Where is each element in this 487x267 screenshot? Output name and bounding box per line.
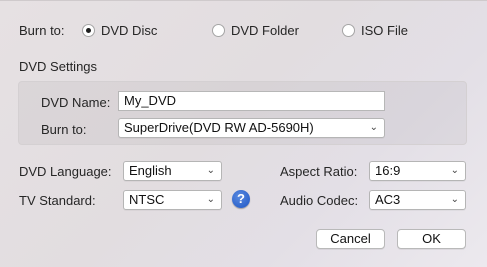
chevron-down-icon: ⌄ bbox=[450, 165, 459, 176]
ok-button[interactable]: OK bbox=[397, 229, 466, 249]
dvd-burn-to-label: Burn to: bbox=[41, 122, 87, 137]
radio-dvd-folder-label: DVD Folder bbox=[231, 23, 299, 38]
question-mark-icon[interactable]: ? bbox=[232, 190, 250, 208]
radio-dvd-disc[interactable]: DVD Disc bbox=[82, 23, 157, 38]
radio-circle-checked[interactable] bbox=[82, 24, 95, 37]
radio-dvd-folder[interactable]: DVD Folder bbox=[212, 23, 299, 38]
burn-settings-dialog: Burn to: DVD Disc DVD Folder ISO File DV… bbox=[0, 0, 487, 267]
cancel-button[interactable]: Cancel bbox=[316, 229, 385, 249]
audio-codec-select[interactable]: AC3 ⌄ bbox=[369, 190, 466, 210]
aspect-ratio-label: Aspect Ratio: bbox=[280, 164, 358, 179]
burn-to-drive-value: SuperDrive(DVD RW AD-5690H) bbox=[124, 120, 314, 135]
dvd-settings-title: DVD Settings bbox=[19, 59, 98, 74]
dvd-language-label: DVD Language: bbox=[19, 164, 112, 179]
burn-to-label: Burn to: bbox=[19, 23, 65, 38]
chevron-down-icon: ⌄ bbox=[450, 194, 459, 205]
tv-standard-select[interactable]: NTSC ⌄ bbox=[123, 190, 222, 210]
dvd-name-field[interactable]: My_DVD bbox=[118, 91, 385, 111]
aspect-ratio-value: 16:9 bbox=[375, 163, 401, 178]
burn-to-drive-select[interactable]: SuperDrive(DVD RW AD-5690H) ⌄ bbox=[118, 118, 385, 138]
radio-dvd-disc-label: DVD Disc bbox=[101, 23, 158, 38]
radio-iso-file-label: ISO File bbox=[361, 23, 408, 38]
dvd-language-value: English bbox=[129, 163, 172, 178]
dvd-language-select[interactable]: English ⌄ bbox=[123, 161, 222, 181]
audio-codec-label: Audio Codec: bbox=[280, 193, 359, 208]
tv-standard-value: NTSC bbox=[129, 192, 165, 207]
radio-circle[interactable] bbox=[342, 24, 355, 37]
radio-circle[interactable] bbox=[212, 24, 225, 37]
dvd-name-label: DVD Name: bbox=[41, 95, 111, 110]
aspect-ratio-select[interactable]: 16:9 ⌄ bbox=[369, 161, 466, 181]
tv-standard-label: TV Standard: bbox=[19, 193, 96, 208]
radio-iso-file[interactable]: ISO File bbox=[342, 23, 408, 38]
chevron-down-icon: ⌄ bbox=[206, 194, 215, 205]
audio-codec-value: AC3 bbox=[375, 192, 401, 207]
chevron-down-icon: ⌄ bbox=[206, 165, 215, 176]
chevron-down-icon: ⌄ bbox=[369, 122, 378, 133]
